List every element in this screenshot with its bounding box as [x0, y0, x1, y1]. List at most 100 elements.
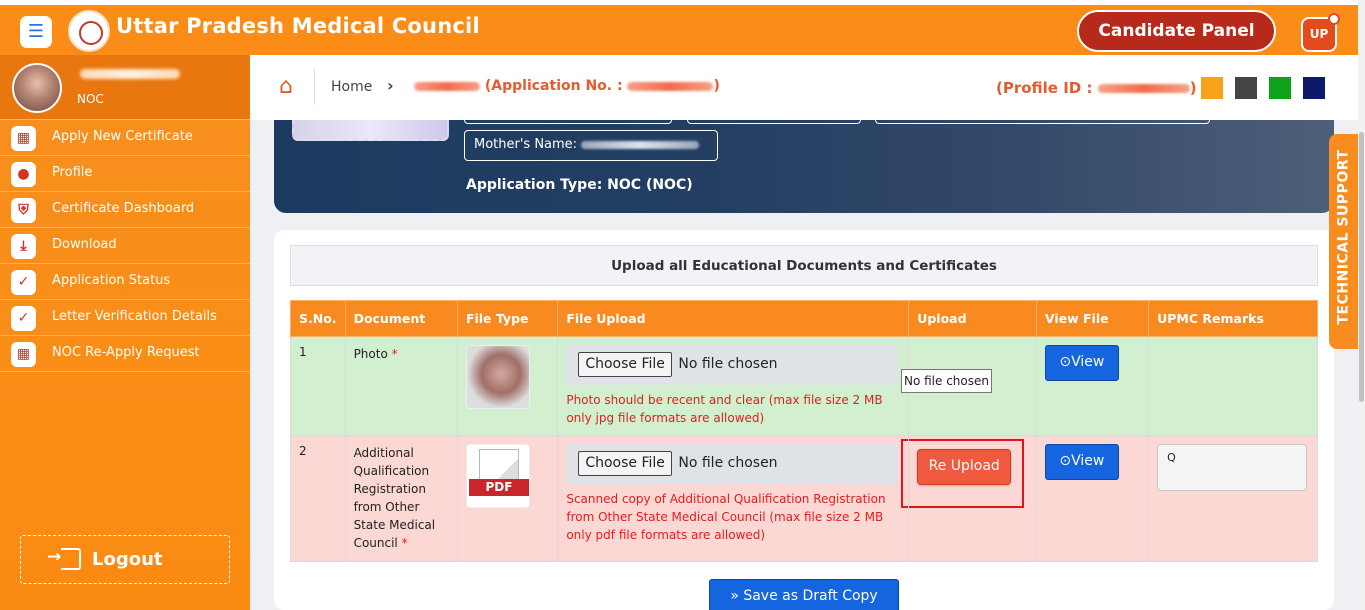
redacted-application-no — [627, 81, 714, 91]
profile-id-label: (Profile ID : — [996, 79, 1093, 97]
hamburger-icon[interactable]: ☰ — [20, 16, 52, 48]
file-status: No file chosen — [678, 356, 778, 372]
row-sno: 1 — [290, 336, 346, 436]
remarks-textarea[interactable]: Q — [1157, 444, 1308, 491]
sidebar-item-noc-reapply[interactable]: ▦ NOC Re-Apply Request — [0, 336, 250, 372]
candidate-panel-button[interactable]: Candidate Panel — [1077, 10, 1276, 52]
upload-card: Upload all Educational Documents and Cer… — [274, 230, 1334, 610]
view-label: View — [1071, 453, 1105, 469]
choose-file-button[interactable]: Choose File — [578, 451, 672, 476]
sidebar-item-letter-verification[interactable]: ✓ Letter Verification Details — [0, 300, 250, 336]
upload-hint: Photo should be recent and clear (max fi… — [566, 393, 883, 425]
technical-support-label: TECHNICAL SUPPORT — [1335, 149, 1352, 325]
row-document: Additional Qualification Registration fr… — [344, 435, 458, 562]
theme-swatch-green[interactable] — [1269, 77, 1291, 99]
row-upload-action: Re Upload — [901, 435, 1037, 562]
breadcrumb-application: (Application No. : ) — [414, 78, 720, 94]
row-view-file: ⊙View — [1035, 435, 1150, 562]
sidebar-item-label: Profile — [52, 165, 93, 180]
home-icon[interactable]: ⌂ — [274, 75, 298, 99]
view-button[interactable]: ⊙View — [1044, 444, 1119, 480]
logout-button[interactable]: Logout — [20, 535, 230, 584]
breadcrumb-home-link[interactable]: Home — [331, 79, 372, 95]
profile-name-redacted — [80, 69, 180, 79]
file-input[interactable]: Choose File No file chosen — [566, 444, 899, 484]
sidebar-item-label: NOC Re-Apply Request — [52, 345, 200, 360]
reupload-button[interactable]: Re Upload — [917, 449, 1012, 485]
user-icon: ● — [11, 162, 36, 187]
row-document: Photo * — [344, 336, 458, 436]
logout-label: Logout — [92, 549, 163, 570]
reupload-highlight: Re Upload — [901, 439, 1025, 508]
file-tooltip: No file chosen — [901, 369, 992, 393]
sidebar-item-profile[interactable]: ● Profile — [0, 156, 250, 192]
pdf-badge: PDF — [468, 479, 529, 496]
hero-photo-redacted — [292, 120, 449, 141]
eye-icon: ⊙ — [1059, 453, 1072, 469]
profile-role: NOC — [77, 92, 104, 106]
save-draft-button[interactable]: » Save as Draft Copy — [709, 579, 899, 610]
document-name: Photo — [353, 347, 388, 361]
sidebar-profile: NOC — [0, 55, 250, 120]
theme-swatch-navy[interactable] — [1303, 77, 1325, 99]
row-view-file: ⊙View — [1035, 336, 1150, 436]
application-no-close: ) — [713, 78, 720, 94]
view-button[interactable]: ⊙View — [1044, 345, 1119, 381]
notification-dot-icon — [1328, 13, 1340, 25]
profile-id-close: ) — [1189, 79, 1197, 97]
council-logo — [68, 10, 110, 52]
grid-icon: ▦ — [11, 342, 36, 367]
row-file-upload: Choose File No file chosen Photo should … — [557, 336, 910, 436]
sidebar-item-label: Apply New Certificate — [52, 129, 193, 144]
table-row: 1 Photo * Choose File No file chosen Pho… — [290, 336, 1318, 436]
column-header: File Type — [456, 300, 559, 337]
redacted-name — [414, 81, 480, 91]
hero-field — [687, 120, 861, 124]
file-status: No file chosen — [678, 455, 778, 471]
table-row: 2 Additional Qualification Registration … — [290, 435, 1318, 562]
sidebar-item-label: Certificate Dashboard — [52, 201, 195, 216]
sidebar-item-label: Download — [52, 237, 117, 252]
eye-icon: ⊙ — [1059, 354, 1072, 370]
avatar — [12, 63, 62, 113]
sidebar-item-certificate-dashboard[interactable]: ⛨ Certificate Dashboard — [0, 192, 250, 228]
sidebar-item-download[interactable]: ⤓ Download — [0, 228, 250, 264]
breadcrumb-divider — [314, 69, 315, 105]
row-file-upload: Choose File No file chosen Scanned copy … — [557, 435, 910, 562]
sidebar-item-application-status[interactable]: ✓ Application Status — [0, 264, 250, 300]
theme-swatch-orange[interactable] — [1201, 77, 1223, 99]
check-circle-icon: ✓ — [11, 306, 36, 331]
upload-section-title: Upload all Educational Documents and Cer… — [290, 245, 1318, 286]
sidebar: NOC ▦ Apply New Certificate ● Profile ⛨ … — [0, 55, 250, 610]
save-draft-label: Save as Draft Copy — [743, 588, 878, 604]
column-header: View File — [1035, 300, 1150, 337]
application-no-label: (Application No. : — [484, 78, 623, 94]
check-circle-icon: ✓ — [11, 270, 36, 295]
sidebar-item-label: Letter Verification Details — [52, 309, 217, 324]
mother-name-field: Mother's Name: — [464, 130, 718, 161]
view-label: View — [1071, 354, 1105, 370]
sidebar-item-apply-new-certificate[interactable]: ▦ Apply New Certificate — [0, 120, 250, 156]
top-header: ☰ Uttar Pradesh Medical Council Candidat… — [0, 0, 1358, 55]
grid-icon: ▦ — [11, 126, 36, 151]
file-input[interactable]: Choose File No file chosen — [566, 345, 899, 385]
redacted-mother-name — [581, 140, 700, 149]
scrollbar-thumb[interactable] — [1359, 132, 1364, 402]
pdf-page-shape — [478, 449, 519, 479]
table-header-row: S.No. Document File Type File Upload Upl… — [290, 300, 1318, 337]
pdf-icon[interactable]: PDF — [465, 444, 530, 508]
application-hero: Mother's Name: Application Type: NOC (NO… — [274, 120, 1334, 213]
document-name: Additional Qualification Registration fr… — [353, 446, 436, 550]
column-header: UPMC Remarks — [1148, 300, 1318, 337]
technical-support-tab[interactable]: TECHNICAL SUPPORT — [1329, 134, 1358, 349]
hero-field — [875, 120, 1210, 124]
theme-swatch-dark[interactable] — [1235, 77, 1257, 99]
column-header: File Upload — [557, 300, 910, 337]
row-sno: 2 — [290, 435, 346, 562]
breadcrumb: ⌂ Home › (Application No. : ) (Profile I… — [250, 55, 1358, 120]
photo-thumbnail[interactable] — [465, 345, 530, 409]
logout-icon — [47, 547, 81, 570]
app-title: Uttar Pradesh Medical Council — [116, 14, 480, 38]
choose-file-button[interactable]: Choose File — [578, 352, 672, 377]
documents-table: S.No. Document File Type File Upload Upl… — [290, 300, 1318, 562]
